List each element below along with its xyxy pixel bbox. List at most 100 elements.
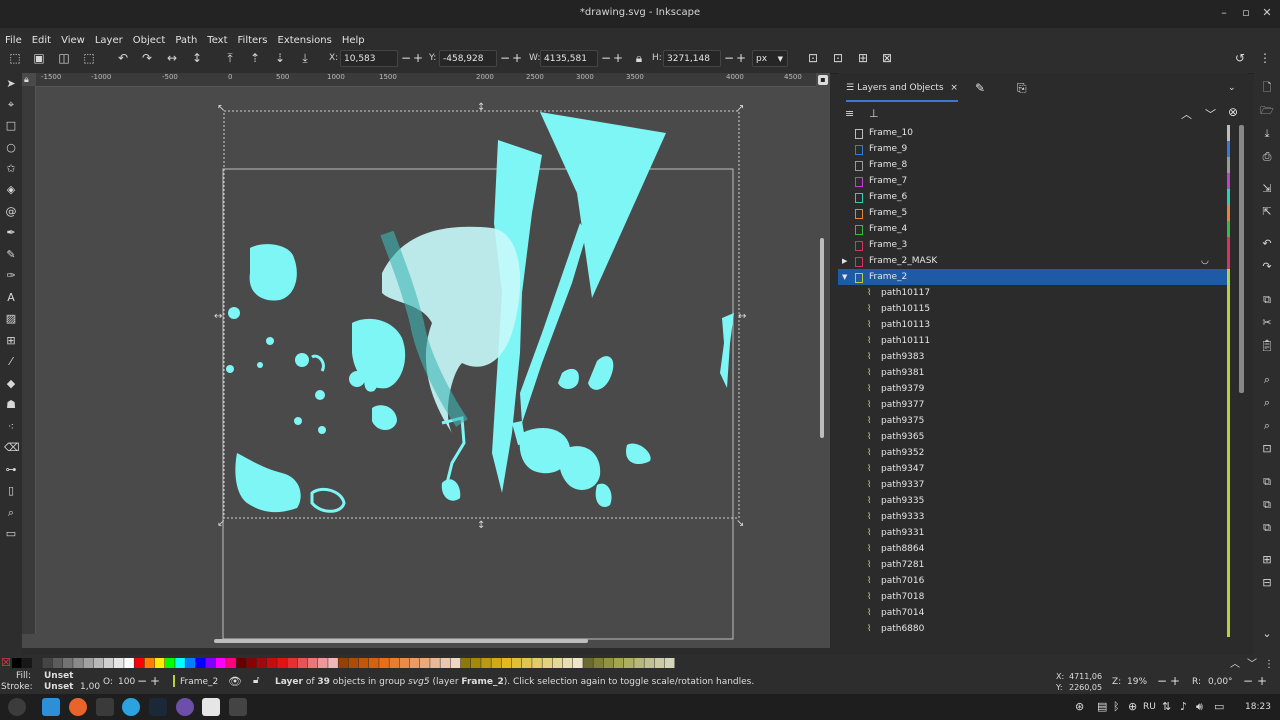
paste-icon[interactable]: 📋︎: [1260, 339, 1274, 353]
shape-dot-7[interactable]: [257, 362, 263, 368]
shape-blob-8[interactable]: [595, 483, 612, 507]
tab-close-icon[interactable]: ×: [950, 83, 958, 93]
color-swatch[interactable]: [93, 658, 104, 668]
zoom-out-button[interactable]: −: [1157, 674, 1167, 688]
star-tool-icon[interactable]: ✩: [4, 162, 18, 176]
layer-color-tag[interactable]: [1227, 173, 1230, 189]
palette-swatches[interactable]: ☒ ︿ ﹀ ⋮: [0, 655, 1280, 670]
color-swatch[interactable]: [603, 658, 614, 668]
page-tool-icon[interactable]: ▯: [4, 484, 18, 498]
zoom-page-icon[interactable]: ⌕: [1260, 419, 1274, 433]
redo-icon[interactable]: ↷: [1260, 260, 1274, 274]
color-swatch[interactable]: [440, 658, 451, 668]
color-swatch[interactable]: [52, 658, 63, 668]
pen-tool-icon[interactable]: ✒: [4, 226, 18, 240]
menu-extensions[interactable]: Extensions: [273, 32, 337, 46]
object-row[interactable]: ⌇ path9333: [838, 509, 1230, 525]
menu-file[interactable]: File: [0, 32, 27, 46]
measure-tool-icon[interactable]: ▭: [4, 527, 18, 541]
calligraphy-tool-icon[interactable]: ✑: [4, 269, 18, 283]
y-decrement-button[interactable]: −: [500, 51, 510, 65]
layer-row[interactable]: Frame_10: [838, 125, 1230, 141]
layer-color-tag[interactable]: [1227, 333, 1230, 349]
display-tray-icon[interactable]: ▭: [1214, 700, 1224, 713]
fill-value[interactable]: Unset: [44, 671, 73, 681]
object-row[interactable]: ⌇ path7016: [838, 573, 1230, 589]
hidden-eye-icon[interactable]: ◡: [1201, 253, 1209, 269]
obsidian-app-icon[interactable]: [176, 698, 194, 716]
layer-row[interactable]: Frame_9: [838, 141, 1230, 157]
layer-color-tag[interactable]: [1227, 461, 1230, 477]
shape-blob-12[interactable]: [441, 479, 461, 501]
object-row[interactable]: ⌇ path10111: [838, 333, 1230, 349]
color-swatch[interactable]: [511, 658, 522, 668]
layer-color-tag[interactable]: [1227, 317, 1230, 333]
color-swatch[interactable]: [103, 658, 114, 668]
layer-color-tag[interactable]: [1227, 525, 1230, 541]
menu-layer[interactable]: Layer: [90, 32, 128, 46]
transform-gradients-icon[interactable]: ⊞: [856, 51, 870, 65]
rotate-decrement-button[interactable]: −: [1243, 674, 1253, 688]
3d-box-tool-icon[interactable]: ◈: [4, 183, 18, 197]
y-field[interactable]: -458,928: [439, 50, 497, 67]
w-field[interactable]: 4135,581: [540, 50, 598, 67]
undo-icon[interactable]: ↶: [1260, 237, 1274, 251]
object-row[interactable]: ⌇ path9379: [838, 381, 1230, 397]
shape-outline-1[interactable]: [310, 487, 346, 513]
layer-color-tag[interactable]: [1227, 269, 1230, 285]
color-swatch[interactable]: [573, 658, 583, 668]
color-swatch[interactable]: [624, 658, 634, 668]
zoom-selection-icon[interactable]: ⌕: [1260, 373, 1274, 387]
layer-color-tag[interactable]: [1227, 349, 1230, 365]
color-swatch[interactable]: [664, 658, 675, 668]
layer-color-tag[interactable]: [1227, 445, 1230, 461]
menu-path[interactable]: Path: [170, 32, 202, 46]
layer-color-tag[interactable]: [1227, 541, 1230, 557]
firefox-app-icon[interactable]: [69, 698, 87, 716]
expand-right-icon[interactable]: ▶: [842, 253, 847, 269]
keyboard-layout-indicator[interactable]: RU: [1143, 702, 1156, 712]
scale-stroke-icon[interactable]: ⊡: [806, 51, 820, 65]
shape-dot-8[interactable]: [226, 365, 234, 373]
frame-2-artwork[interactable]: [226, 112, 734, 513]
lower-icon[interactable]: ⇣: [273, 51, 287, 65]
updates-tray-icon[interactable]: ⊕: [1128, 700, 1137, 713]
handle-n-icon[interactable]: ↕: [477, 102, 485, 113]
gradient-tool-icon[interactable]: ▨: [4, 312, 18, 326]
lock-ratio-icon[interactable]: 🔒︎: [632, 51, 646, 65]
shape-dot-5[interactable]: [294, 417, 302, 425]
spray-tool-icon[interactable]: ⁖: [4, 420, 18, 434]
flip-horizontal-icon[interactable]: ↔: [165, 51, 179, 65]
volume-tray-icon[interactable]: 🔊︎: [1196, 700, 1203, 714]
layer-menu-icon[interactable]: ≡: [845, 107, 854, 120]
clock[interactable]: 18:23: [1245, 702, 1271, 712]
layer-color-tag[interactable]: [1227, 365, 1230, 381]
layer-color-tag[interactable]: [1227, 477, 1230, 493]
rotate-increment-button[interactable]: +: [1257, 674, 1267, 688]
select-all-icon[interactable]: ⬚: [8, 51, 22, 65]
rotate-ccw-icon[interactable]: ↶: [116, 51, 130, 65]
shape-right-streak[interactable]: [720, 313, 734, 388]
lock-guides-icon[interactable]: 🔒︎: [24, 75, 29, 85]
color-swatch[interactable]: [246, 658, 257, 668]
rotation-value[interactable]: 0,00°: [1208, 677, 1233, 687]
layer-color-tag[interactable]: [1227, 381, 1230, 397]
layer-color-tag[interactable]: [1227, 141, 1230, 157]
layer-color-tag[interactable]: [1227, 621, 1230, 637]
shape-outline-2[interactable]: [311, 354, 325, 372]
h-decrement-button[interactable]: −: [724, 51, 734, 65]
new-document-icon[interactable]: 🗋︎: [1260, 81, 1274, 95]
tweak-tool-icon[interactable]: ☗: [4, 398, 18, 412]
x-increment-button[interactable]: +: [413, 51, 423, 65]
network-tray-icon[interactable]: ⇅: [1162, 700, 1171, 713]
layer-row[interactable]: Frame_3: [838, 237, 1230, 253]
color-swatch[interactable]: [460, 658, 471, 668]
handle-ne-icon[interactable]: ↗: [736, 103, 744, 114]
shape-blob-9[interactable]: [235, 453, 301, 513]
transform-patterns-icon[interactable]: ⊠: [880, 51, 894, 65]
raise-to-top-icon[interactable]: ⤒: [223, 51, 237, 65]
x-field[interactable]: 10,583: [340, 50, 398, 67]
telegram-app-icon[interactable]: [122, 698, 140, 716]
cut-icon[interactable]: ✂: [1260, 316, 1274, 330]
object-row[interactable]: ⌇ path7014: [838, 605, 1230, 621]
